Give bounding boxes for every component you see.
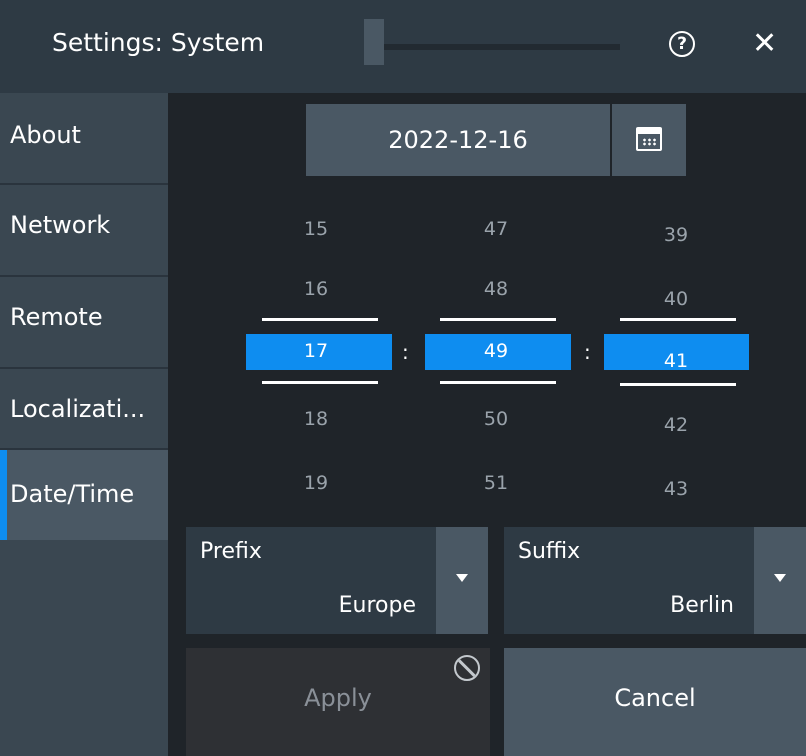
sidebar-item-about[interactable]: About xyxy=(0,93,168,183)
sidebar-item-remote[interactable]: Remote xyxy=(0,277,168,367)
hour-rule-top xyxy=(262,318,378,321)
close-icon[interactable]: ✕ xyxy=(752,26,777,62)
disabled-icon xyxy=(454,655,480,681)
active-indicator xyxy=(0,450,7,540)
date-field[interactable]: 2022-12-16 xyxy=(306,104,610,176)
sidebar-item-label: Localizati... xyxy=(10,395,146,423)
minute-option[interactable]: 47 xyxy=(466,218,526,240)
apply-button[interactable]: Apply xyxy=(186,648,490,756)
second-rule-bottom xyxy=(620,383,736,386)
suffix-label: Suffix xyxy=(518,539,581,564)
second-option[interactable]: 42 xyxy=(646,414,706,436)
chevron-down-icon xyxy=(774,574,786,582)
transparency-slider-thumb[interactable] xyxy=(364,19,384,65)
chevron-down-icon xyxy=(456,574,468,582)
second-option[interactable]: 40 xyxy=(646,288,706,310)
hour-option[interactable]: 16 xyxy=(286,278,346,300)
prefix-label: Prefix xyxy=(200,539,262,564)
date-value: 2022-12-16 xyxy=(388,126,528,154)
dialog-title: Settings: System xyxy=(52,28,265,57)
hour-selected-value: 17 xyxy=(303,340,329,362)
suffix-value: Berlin xyxy=(670,593,734,618)
sidebar-item-date-time[interactable]: Date/Time xyxy=(0,450,168,540)
minute-option[interactable]: 48 xyxy=(466,278,526,300)
second-option[interactable]: 43 xyxy=(646,478,706,500)
hour-option[interactable]: 19 xyxy=(286,472,346,494)
timezone-suffix-field[interactable]: Suffix Berlin xyxy=(504,527,754,634)
sidebar-item-label: Network xyxy=(10,211,111,239)
sidebar-item-label: About xyxy=(10,121,81,149)
apply-label: Apply xyxy=(304,684,372,712)
hour-option[interactable]: 15 xyxy=(286,218,346,240)
hour-rule-bottom xyxy=(262,381,378,384)
timezone-prefix-field[interactable]: Prefix Europe xyxy=(186,527,436,634)
minute-rule-top xyxy=(440,318,556,321)
sidebar-item-label: Date/Time xyxy=(10,480,135,508)
minute-rule-bottom xyxy=(440,381,556,384)
minute-option[interactable]: 50 xyxy=(466,408,526,430)
time-separator: : xyxy=(402,340,409,364)
sidebar-item-label: Remote xyxy=(10,303,103,331)
dialog-header: Settings: System ? ✕ xyxy=(0,0,806,93)
suffix-dropdown-button[interactable] xyxy=(754,527,806,634)
settings-sidebar: About Network Remote Localizati... Date/… xyxy=(0,93,168,756)
calendar-icon xyxy=(636,127,662,151)
transparency-slider-track[interactable] xyxy=(382,44,620,50)
hour-option[interactable]: 18 xyxy=(286,408,346,430)
prefix-value: Europe xyxy=(338,593,416,618)
help-icon[interactable]: ? xyxy=(669,31,695,57)
second-option[interactable]: 39 xyxy=(646,224,706,246)
calendar-button[interactable] xyxy=(612,104,686,176)
prefix-dropdown-button[interactable] xyxy=(436,527,488,634)
time-separator: : xyxy=(584,340,591,364)
sidebar-item-network[interactable]: Network xyxy=(0,185,168,275)
second-selected-value: 41 xyxy=(663,350,689,372)
sidebar-item-localization[interactable]: Localizati... xyxy=(0,369,168,459)
minute-selected-value: 49 xyxy=(483,340,509,362)
cancel-label: Cancel xyxy=(614,684,696,712)
cancel-button[interactable]: Cancel xyxy=(504,648,806,756)
minute-option[interactable]: 51 xyxy=(466,472,526,494)
second-rule-top xyxy=(620,318,736,321)
